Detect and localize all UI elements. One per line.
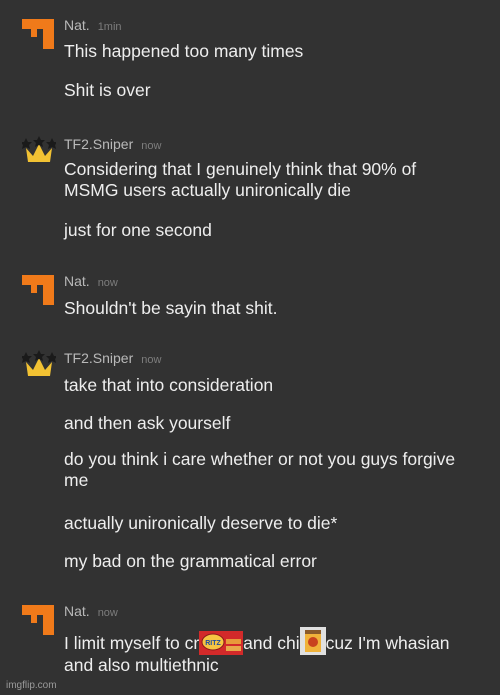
message-text: just for one second [64, 220, 212, 240]
timestamp: now [141, 354, 162, 366]
watermark: imgflip.com [6, 680, 57, 691]
username[interactable]: Nat. [64, 273, 90, 289]
timestamp: now [97, 277, 118, 289]
message-header: Nat. now [64, 273, 118, 291]
username[interactable]: TF2.Sniper [64, 350, 133, 366]
message-header: TF2.Sniper now [64, 350, 161, 368]
message-text: Shouldn't be sayin that shit. [64, 298, 278, 318]
message-header: TF2.Sniper now [64, 136, 161, 154]
username[interactable]: TF2.Sniper [64, 136, 133, 152]
message-text: Shit is over [64, 80, 151, 100]
orange-block-icon[interactable] [22, 19, 56, 51]
message-text: do you think i care whether or not you g… [64, 449, 456, 490]
username[interactable]: Nat. [64, 17, 90, 33]
ritz-crackers-image: RITZ [199, 631, 244, 655]
orange-block-icon[interactable] [22, 275, 56, 307]
message-header: Nat. 1min [64, 17, 122, 35]
message-text: actually unironically deserve to die* [64, 513, 338, 533]
message-text: I limit myself to cr RITZ and chi cuz I'… [64, 627, 474, 676]
message-text: Considering that I genuinely think that … [64, 159, 417, 200]
crown-icon[interactable] [22, 136, 56, 164]
message-text: This happened too many times [64, 41, 304, 61]
orange-block-icon[interactable] [22, 605, 56, 637]
message-text: my bad on the grammatical error [64, 551, 317, 571]
timestamp: now [97, 607, 118, 619]
message-text-part: and chi [243, 633, 300, 653]
message-text: and then ask yourself [64, 413, 231, 433]
chips-bag-image [299, 627, 326, 655]
timestamp: 1min [97, 21, 122, 33]
timestamp: now [141, 140, 162, 152]
crown-icon[interactable] [22, 350, 56, 378]
message-text-part: I limit myself to cr [64, 633, 200, 653]
message-header: Nat. now [64, 603, 118, 621]
ritz-logo-text: RITZ [205, 640, 221, 647]
message-text: take that into consideration [64, 375, 274, 395]
username[interactable]: Nat. [64, 603, 90, 619]
